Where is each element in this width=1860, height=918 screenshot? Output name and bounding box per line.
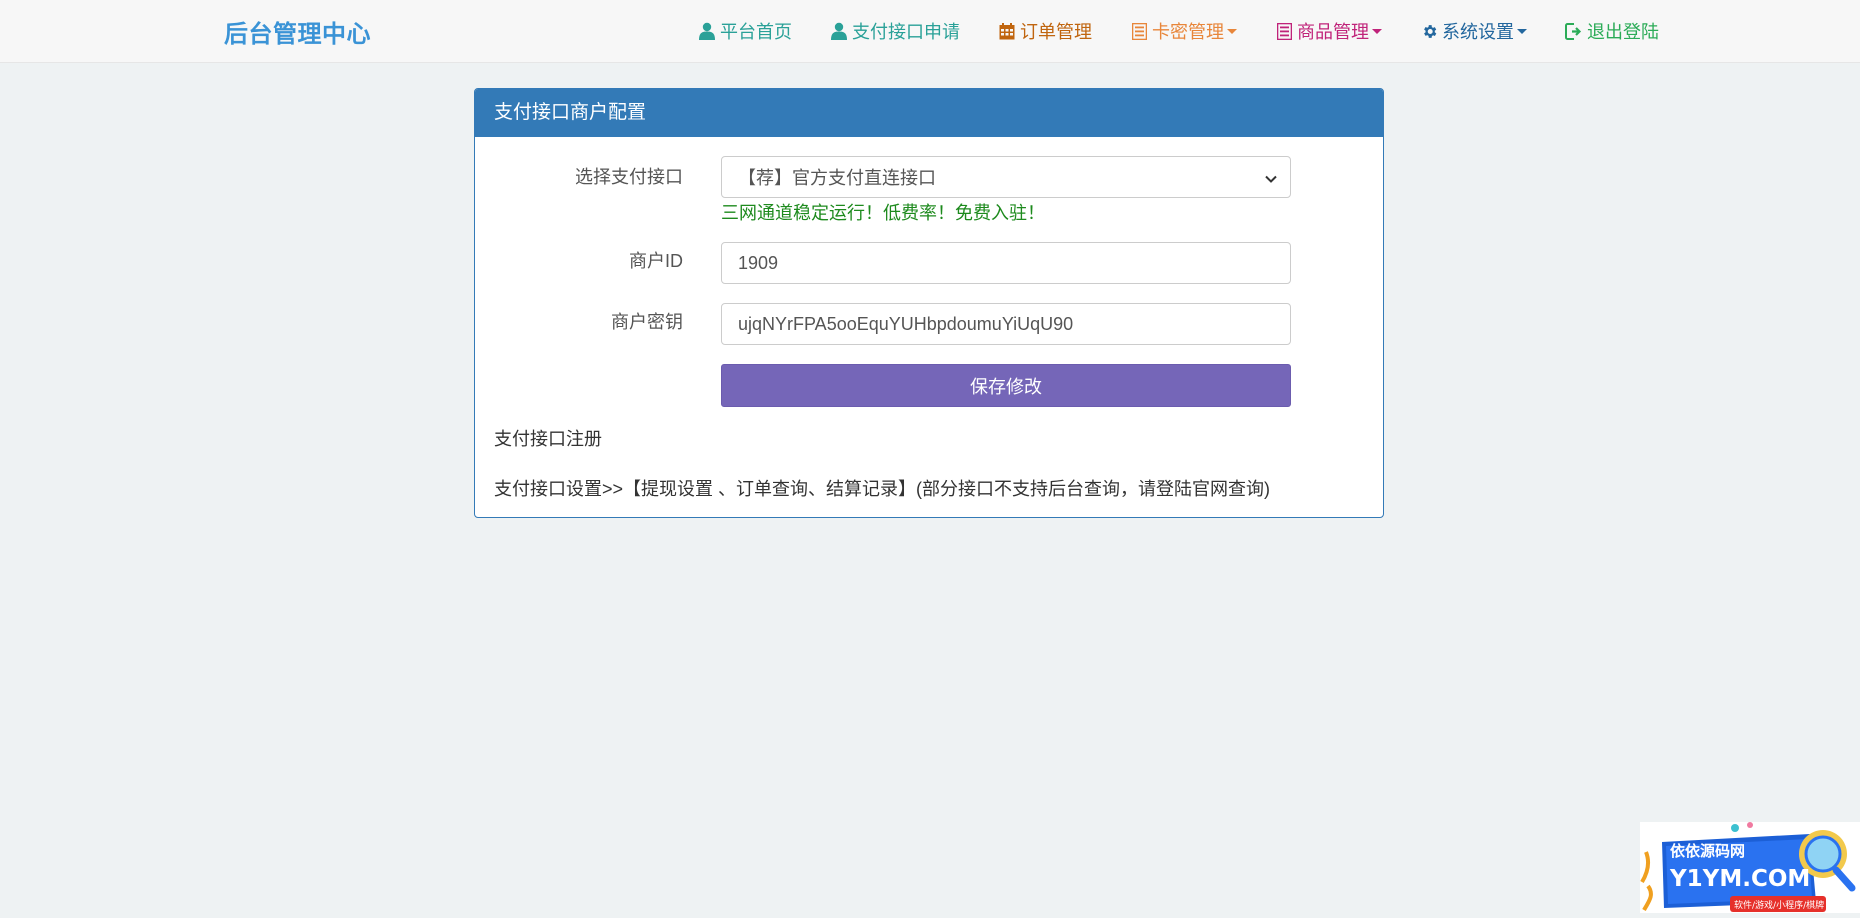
select-value: 【荐】官方支付直连接口 [738,168,936,188]
watermark-line3: 软件/游戏/小程序/棋牌 [1734,899,1824,911]
user-icon [830,22,848,40]
save-button[interactable]: 保存修改 [721,364,1291,407]
merchant-key-value: ujqNYrFPA5ooEquYUHbpdoumuYiUqU90 [738,313,1074,334]
merchant-id-input[interactable]: 1909 [721,242,1291,284]
merchant-key-label: 商户密钥 [611,312,683,332]
watermark-logo: 依依源码网 Y1YM.COM 软件/游戏/小程序/棋牌 [1640,822,1860,913]
nav-item-products[interactable]: 商品管理 [1275,18,1382,44]
select-payment-label: 选择支付接口 [575,167,683,187]
payment-settings-link[interactable]: 支付接口设置>>【提现设置 、订单查询、结算记录】(部分接口不支持后台查询，请登… [494,475,1270,501]
nav-item-card-keys[interactable]: 卡密管理 [1130,18,1237,44]
brand-title[interactable]: 后台管理中心 [224,14,371,49]
main-nav: 平台首页 支付接口申请 订单管理 卡密管理 商品管理 系统设置 退出登陆 [698,0,1659,62]
chevron-down-icon [1264,170,1278,191]
top-navbar: 后台管理中心 平台首页 支付接口申请 订单管理 卡密管理 商品管理 系统设置 退… [0,0,1860,63]
merchant-id-value: 1909 [738,252,779,273]
register-link[interactable]: 支付接口注册 [494,425,602,451]
gear-icon [1420,22,1438,40]
payment-interface-select[interactable]: 【荐】官方支付直连接口 [721,156,1291,198]
list-icon [1130,22,1148,40]
nav-label: 系统设置 [1442,22,1514,42]
merchant-key-input[interactable]: ujqNYrFPA5ooEquYUHbpdoumuYiUqU90 [721,303,1291,345]
logout-icon [1565,22,1583,40]
caret-down-icon [1372,28,1382,34]
watermark-line1: 依依源码网 [1670,842,1745,860]
caret-down-icon [1517,28,1527,34]
nav-item-logout[interactable]: 退出登陆 [1565,18,1659,44]
nav-label: 商品管理 [1297,22,1369,42]
nav-label: 订单管理 [1020,22,1092,42]
nav-label: 卡密管理 [1152,22,1224,42]
nav-item-orders[interactable]: 订单管理 [998,18,1092,44]
nav-item-home[interactable]: 平台首页 [698,18,792,44]
merchant-id-label: 商户ID [629,251,683,271]
user-icon [698,22,716,40]
calendar-icon [998,22,1016,40]
nav-label: 平台首页 [720,22,792,42]
nav-label: 支付接口申请 [852,22,960,42]
panel-title: 支付接口商户配置 [475,89,1383,137]
nav-label: 退出登陆 [1587,22,1659,42]
list-icon [1275,22,1293,40]
watermark-line2: Y1YM.COM [1669,866,1810,892]
nav-item-settings[interactable]: 系统设置 [1420,18,1527,44]
nav-item-payment-apply[interactable]: 支付接口申请 [830,18,960,44]
merchant-config-panel: 支付接口商户配置 选择支付接口 【荐】官方支付直连接口 三网通道稳定运行！低费率… [474,88,1384,518]
caret-down-icon [1227,28,1237,34]
interface-hint: 三网通道稳定运行！低费率！免费入驻！ [721,203,1045,223]
